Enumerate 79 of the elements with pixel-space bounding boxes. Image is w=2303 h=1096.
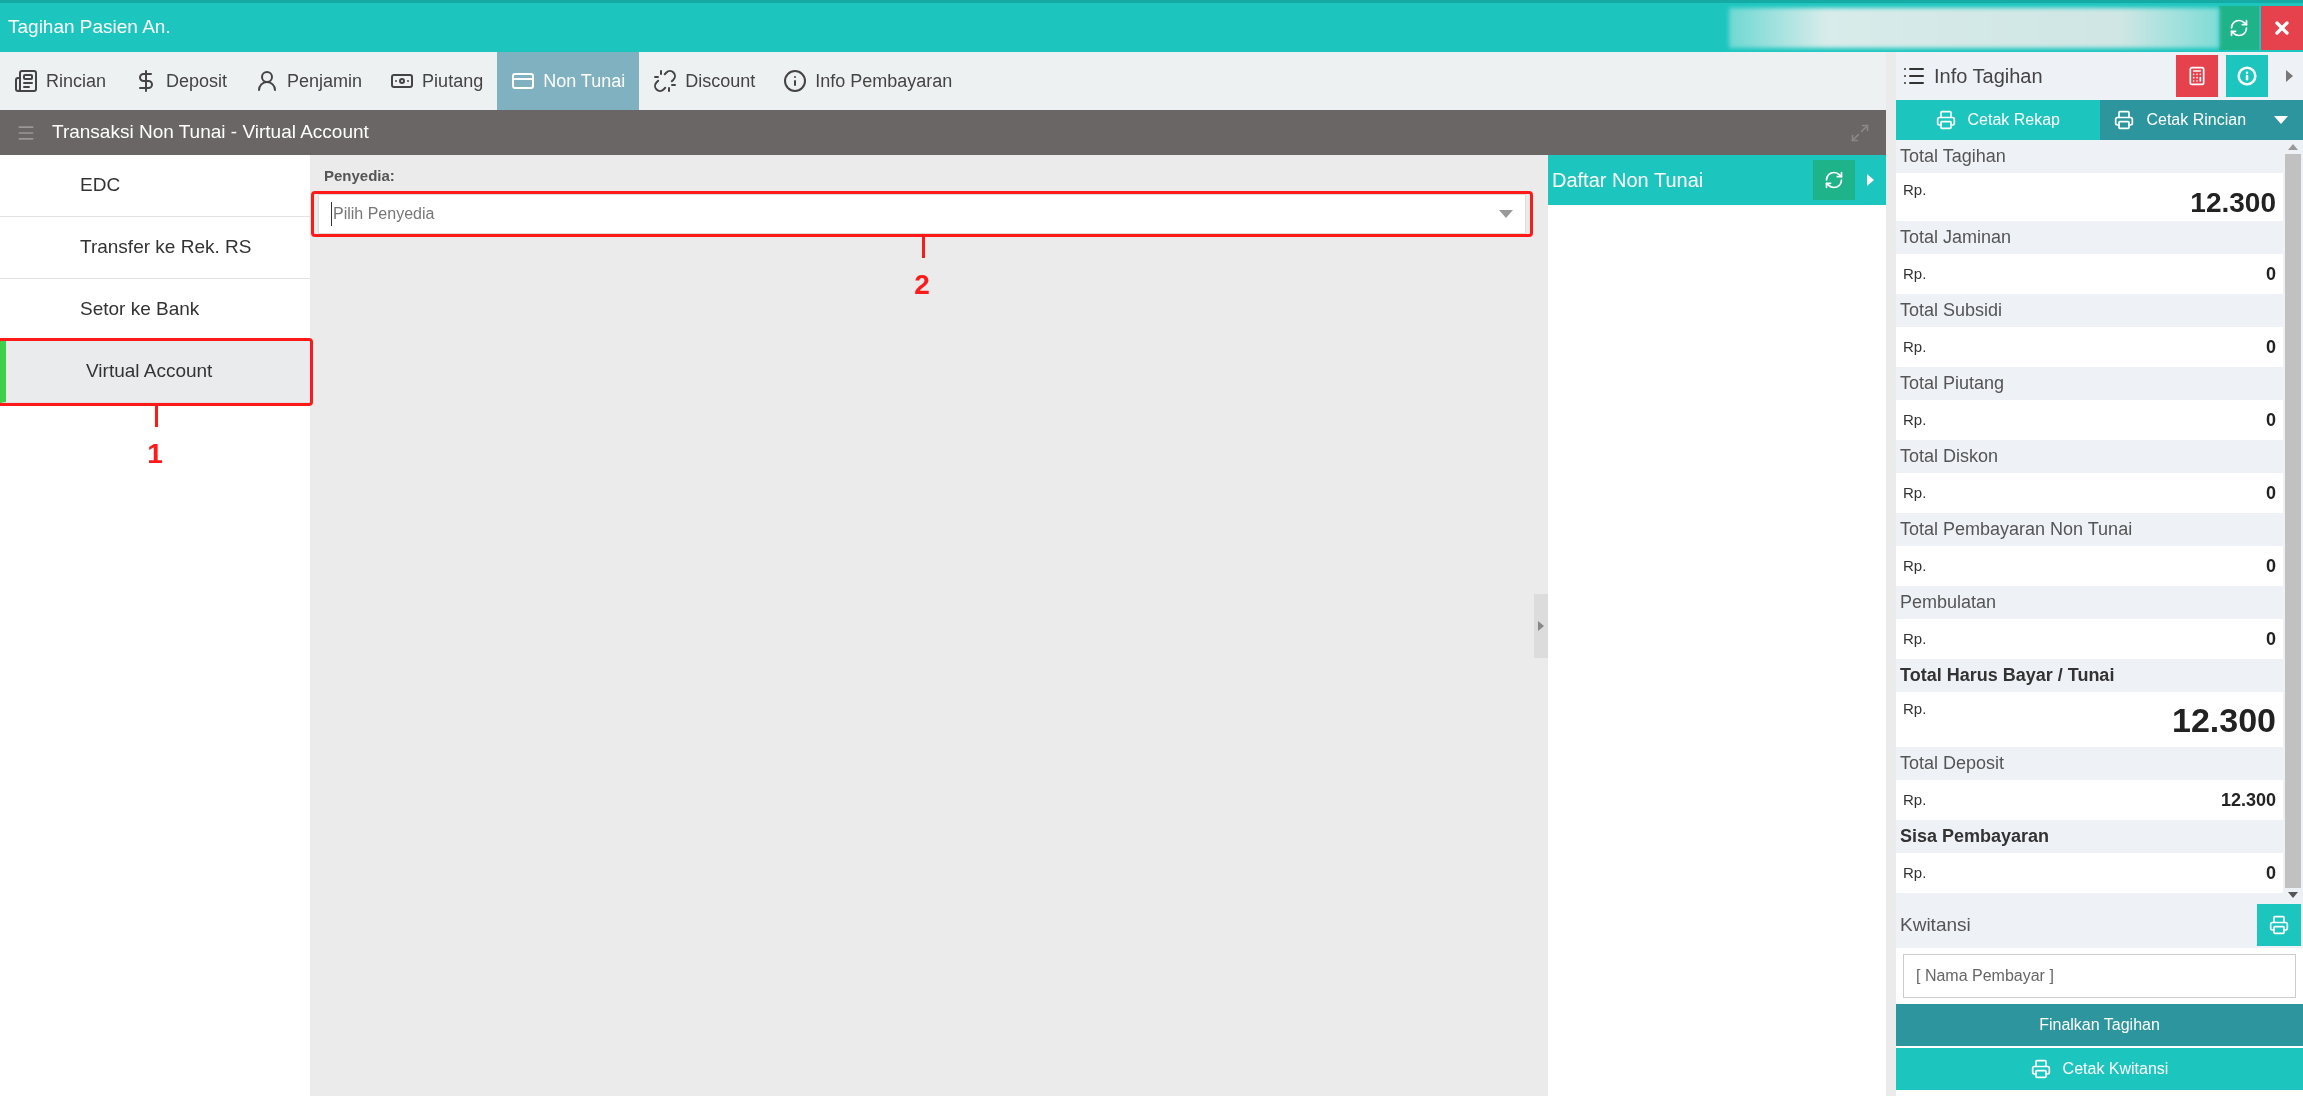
payer-name-field[interactable]: [ Nama Pembayar ] bbox=[1903, 954, 2296, 998]
amount: 0 bbox=[2266, 481, 2276, 505]
print-detail-button[interactable]: Cetak Rincian bbox=[2099, 100, 2303, 140]
panel-title: Info Tagihan bbox=[1934, 64, 2044, 89]
scroll-up-icon bbox=[2288, 144, 2298, 150]
close-button[interactable] bbox=[2261, 5, 2303, 50]
summary-label: Total Jaminan bbox=[1899, 226, 2013, 249]
currency-label: Rp. bbox=[1903, 263, 1927, 284]
currency-label: Rp. bbox=[1903, 699, 1927, 719]
triangle-right-icon bbox=[1867, 174, 1874, 186]
amount: 0 bbox=[2266, 861, 2276, 885]
summary-label: Total Harus Bayar / Tunai bbox=[1899, 664, 2116, 687]
amount: 12.300 bbox=[2220, 788, 2276, 812]
amount: 12.300 bbox=[2172, 700, 2276, 740]
summary-label: Pembulatan bbox=[1899, 591, 1998, 614]
field-label: Penyedia: bbox=[324, 166, 396, 186]
provider-select[interactable]: Pilih Penyedia bbox=[318, 193, 1526, 234]
callout-number: 2 bbox=[914, 267, 930, 302]
caret-icon bbox=[2274, 116, 2289, 124]
currency-label: Rp. bbox=[1903, 555, 1927, 576]
receipt-label: Kwitansi bbox=[1900, 912, 1972, 937]
tab[interactable]: Penjamin bbox=[241, 52, 377, 110]
tab[interactable]: Info Pembayaran bbox=[769, 52, 967, 110]
amount: 0 bbox=[2266, 335, 2276, 359]
printer-icon bbox=[1935, 110, 1956, 130]
amount: 12.300 bbox=[2190, 187, 2276, 219]
currency-label: Rp. bbox=[1903, 789, 1927, 810]
triangle-right-icon bbox=[2286, 70, 2293, 82]
info-icon bbox=[2237, 66, 2257, 86]
amount: 0 bbox=[2266, 627, 2276, 651]
list-title: Daftar Non Tunai bbox=[1552, 168, 1705, 193]
payment-method-item[interactable]: Virtual Account bbox=[0, 341, 310, 403]
summary-label: Sisa Pembayaran bbox=[1899, 825, 2051, 848]
tab[interactable]: Piutang bbox=[376, 52, 498, 110]
finalize-button[interactable]: Finalkan Tagihan bbox=[1896, 1004, 2303, 1046]
collapse-handle[interactable] bbox=[1534, 593, 1548, 658]
currency-label: Rp. bbox=[1903, 628, 1927, 649]
scroll-thumb[interactable] bbox=[2285, 154, 2301, 888]
tab-icon bbox=[783, 69, 808, 93]
refresh-button[interactable] bbox=[1813, 160, 1855, 200]
summary-label: Total Diskon bbox=[1899, 445, 2000, 468]
currency-label: Rp. bbox=[1903, 409, 1927, 430]
refresh-icon bbox=[2229, 17, 2249, 38]
currency-label: Rp. bbox=[1903, 180, 1927, 200]
triangle-right-icon bbox=[1538, 620, 1544, 631]
amount: 0 bbox=[2266, 554, 2276, 578]
summary-label: Total Piutang bbox=[1899, 372, 2006, 395]
printer-icon bbox=[2269, 915, 2289, 935]
scroll-down-icon bbox=[2288, 892, 2298, 898]
summary-label: Total Subsidi bbox=[1899, 299, 2004, 322]
summary-label: Total Deposit bbox=[1899, 752, 2006, 775]
section-title: Transaksi Non Tunai - Virtual Account bbox=[52, 120, 369, 145]
calculator-button[interactable] bbox=[2176, 55, 2218, 97]
amount: 0 bbox=[2266, 262, 2276, 286]
printer-icon bbox=[2030, 1059, 2051, 1079]
callout-number: 1 bbox=[147, 437, 163, 471]
tab[interactable]: Discount bbox=[639, 52, 770, 110]
summary-label: Total Tagihan bbox=[1899, 145, 2007, 168]
print-button[interactable] bbox=[2257, 904, 2301, 946]
callout-line bbox=[155, 405, 158, 427]
select-placeholder: Pilih Penyedia bbox=[331, 201, 1499, 226]
currency-label: Rp. bbox=[1903, 862, 1927, 883]
tab[interactable]: Deposit bbox=[120, 52, 242, 110]
amount: 0 bbox=[2266, 408, 2276, 432]
currency-label: Rp. bbox=[1903, 482, 1927, 503]
refresh-icon bbox=[1824, 170, 1844, 190]
tab-icon bbox=[14, 69, 38, 93]
printer-icon bbox=[2114, 110, 2135, 130]
window-title: Tagihan Pasien An. bbox=[7, 15, 171, 40]
refresh-button[interactable] bbox=[2219, 5, 2259, 50]
caret-icon bbox=[1499, 209, 1513, 218]
summary-label: Total Pembayaran Non Tunai bbox=[1899, 518, 2134, 541]
callout-line bbox=[922, 235, 925, 258]
expand-icon bbox=[1850, 122, 1870, 143]
info-button[interactable] bbox=[2226, 55, 2268, 97]
tab-icon bbox=[653, 69, 678, 93]
calculator-icon bbox=[2187, 66, 2207, 86]
tab[interactable]: Rincian bbox=[0, 52, 121, 110]
currency-label: Rp. bbox=[1903, 336, 1927, 357]
